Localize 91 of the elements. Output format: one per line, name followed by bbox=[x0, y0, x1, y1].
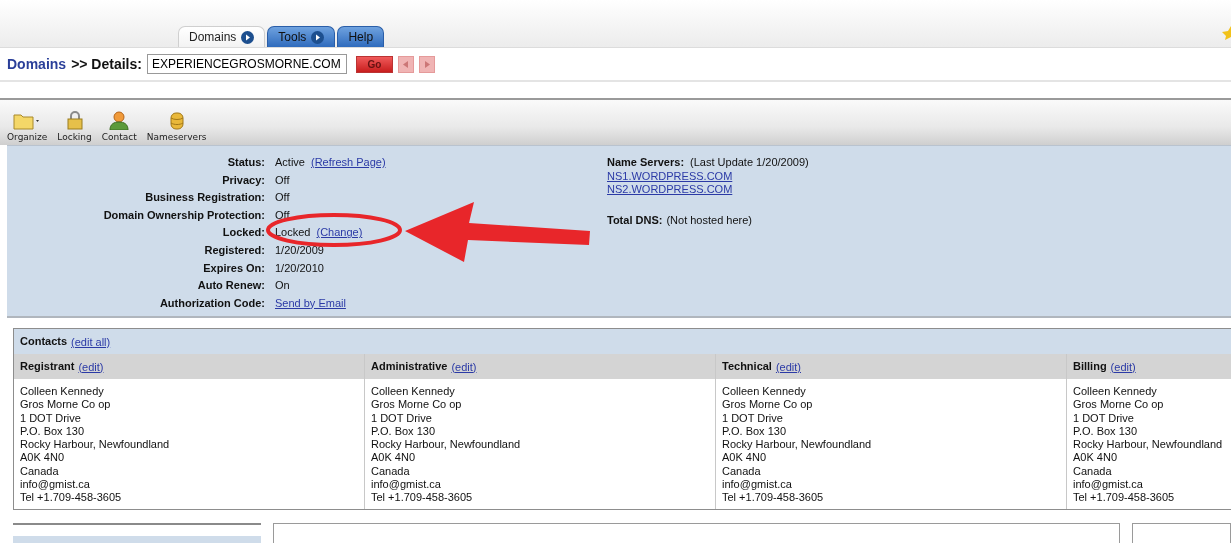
section-title: Contacts bbox=[20, 334, 68, 349]
field-link[interactable]: (Change) bbox=[316, 226, 363, 240]
contact-line: Canada bbox=[371, 464, 411, 479]
contact-line: Canada bbox=[20, 464, 60, 479]
contact-line: P.O. Box 130 bbox=[1073, 424, 1138, 439]
field-value: 1/20/2009 bbox=[275, 243, 324, 258]
contact-line: info@gmist.ca bbox=[371, 478, 442, 492]
contact-line: Canada bbox=[1073, 464, 1113, 479]
contact-line: A0K 4N0 bbox=[722, 451, 768, 465]
tab[interactable]: Help bbox=[337, 26, 385, 47]
field-label: Auto Renew: bbox=[196, 279, 265, 293]
person-icon bbox=[109, 111, 130, 130]
column-header: Administrative bbox=[371, 359, 448, 374]
contact-line: 1 DOT Drive bbox=[722, 411, 784, 425]
field-link[interactable]: Send by Email bbox=[275, 296, 346, 311]
edit-link[interactable]: (edit) bbox=[1110, 360, 1136, 373]
tab[interactable]: Domains bbox=[178, 26, 266, 47]
field-value: (Last Update 1/20/2009) bbox=[690, 156, 809, 170]
contact-line: Tel +1.709-458-3605 bbox=[371, 491, 474, 505]
database-icon bbox=[169, 111, 184, 130]
field-label: Domain Ownership Protection: bbox=[102, 208, 265, 223]
contact-line: Tel +1.709-458-3605 bbox=[1073, 491, 1176, 505]
contact-line: 1 DOT Drive bbox=[1073, 411, 1135, 425]
contact-line: Colleen Kennedy bbox=[20, 385, 105, 399]
contact-line: Tel +1.709-458-3605 bbox=[20, 491, 123, 505]
contact-line: A0K 4N0 bbox=[371, 451, 417, 465]
field-label: Status: bbox=[226, 156, 265, 170]
field-value: Off bbox=[275, 191, 290, 205]
next-button[interactable] bbox=[418, 55, 435, 73]
nameserver-link[interactable]: NS2.WORDPRESS.COM bbox=[607, 182, 809, 196]
field-label: Name Servers: bbox=[607, 156, 685, 170]
contact-line: A0K 4N0 bbox=[1073, 451, 1119, 465]
edit-link[interactable]: (edit) bbox=[78, 360, 104, 373]
field-label: Total DNS: bbox=[607, 213, 663, 228]
padlock-icon bbox=[66, 111, 83, 130]
field-value: (Not hosted here) bbox=[666, 213, 752, 228]
contact-line: A0K 4N0 bbox=[20, 451, 66, 465]
contact-line: Gros Morne Co op bbox=[1073, 398, 1165, 412]
field-value: Active bbox=[275, 156, 305, 170]
folder-icon bbox=[13, 112, 42, 130]
contact-line: Gros Morne Co op bbox=[20, 398, 112, 412]
column-header: Technical bbox=[722, 359, 772, 374]
column-header: Registrant bbox=[20, 359, 75, 374]
toolbar-button[interactable]: Locking bbox=[57, 111, 92, 142]
contact-line: Rocky Harbour, Newfoundland bbox=[371, 438, 522, 452]
contact-line: 1 DOT Drive bbox=[20, 411, 82, 425]
contact-line: P.O. Box 130 bbox=[20, 424, 85, 439]
contact-line: P.O. Box 130 bbox=[722, 424, 787, 439]
edit-link[interactable]: (edit) bbox=[775, 360, 801, 373]
star-icon[interactable] bbox=[1222, 26, 1231, 40]
field-label: Authorization Code: bbox=[158, 296, 265, 311]
contact-line: Rocky Harbour, Newfoundland bbox=[722, 438, 873, 452]
field-link[interactable]: (Refresh Page) bbox=[310, 156, 386, 170]
contact-line: info@gmist.ca bbox=[1073, 478, 1144, 492]
contact-line: P.O. Box 130 bbox=[371, 424, 436, 439]
contact-line: Rocky Harbour, Newfoundland bbox=[20, 438, 171, 452]
field-label: Expires On: bbox=[202, 261, 265, 276]
contact-line: Canada bbox=[722, 464, 762, 479]
contact-line: 1 DOT Drive bbox=[371, 411, 433, 425]
contact-line: info@gmist.ca bbox=[722, 478, 793, 492]
toolbar-button[interactable]: Contact bbox=[101, 111, 137, 142]
contact-line: info@gmist.ca bbox=[20, 478, 91, 492]
field-label: Locked: bbox=[221, 226, 265, 240]
field-label: Business Registration: bbox=[144, 191, 265, 205]
contact-line: Colleen Kennedy bbox=[722, 385, 807, 399]
previous-button[interactable] bbox=[397, 55, 414, 73]
field-label: Registered: bbox=[203, 243, 265, 258]
column-header: Billing bbox=[1073, 359, 1107, 374]
field-value: 1/20/2010 bbox=[275, 261, 324, 276]
edit-all-link[interactable]: (edit all) bbox=[71, 335, 111, 348]
domain-field[interactable]: EXPERIENCEGROSMORNE.COM bbox=[146, 54, 347, 74]
toolbar-button[interactable]: Organize bbox=[7, 112, 48, 142]
field-value: Off bbox=[275, 173, 290, 188]
contact-line: Gros Morne Co op bbox=[722, 398, 814, 412]
breadcrumb-link[interactable]: Domains bbox=[7, 56, 67, 72]
right-arrow-icon bbox=[423, 60, 430, 68]
field-value: On bbox=[275, 279, 290, 293]
tab[interactable]: Tools bbox=[267, 26, 336, 47]
edit-link[interactable]: (edit) bbox=[451, 360, 477, 373]
nameserver-link[interactable]: NS1.WORDPRESS.COM bbox=[607, 169, 809, 183]
left-arrow-icon bbox=[402, 60, 409, 68]
field-label: Privacy: bbox=[221, 173, 265, 188]
contact-line: Rocky Harbour, Newfoundland bbox=[1073, 438, 1224, 452]
contact-line: Colleen Kennedy bbox=[371, 385, 456, 399]
field-value: Off bbox=[275, 208, 290, 223]
breadcrumb-text: >> Details: bbox=[71, 56, 142, 72]
contact-line: Tel +1.709-458-3605 bbox=[722, 491, 825, 505]
contact-line: Colleen Kennedy bbox=[1073, 385, 1158, 399]
field-value: Locked bbox=[275, 226, 311, 240]
toolbar-button[interactable]: Nameservers bbox=[146, 111, 207, 142]
contact-line: Gros Morne Co op bbox=[371, 398, 463, 412]
